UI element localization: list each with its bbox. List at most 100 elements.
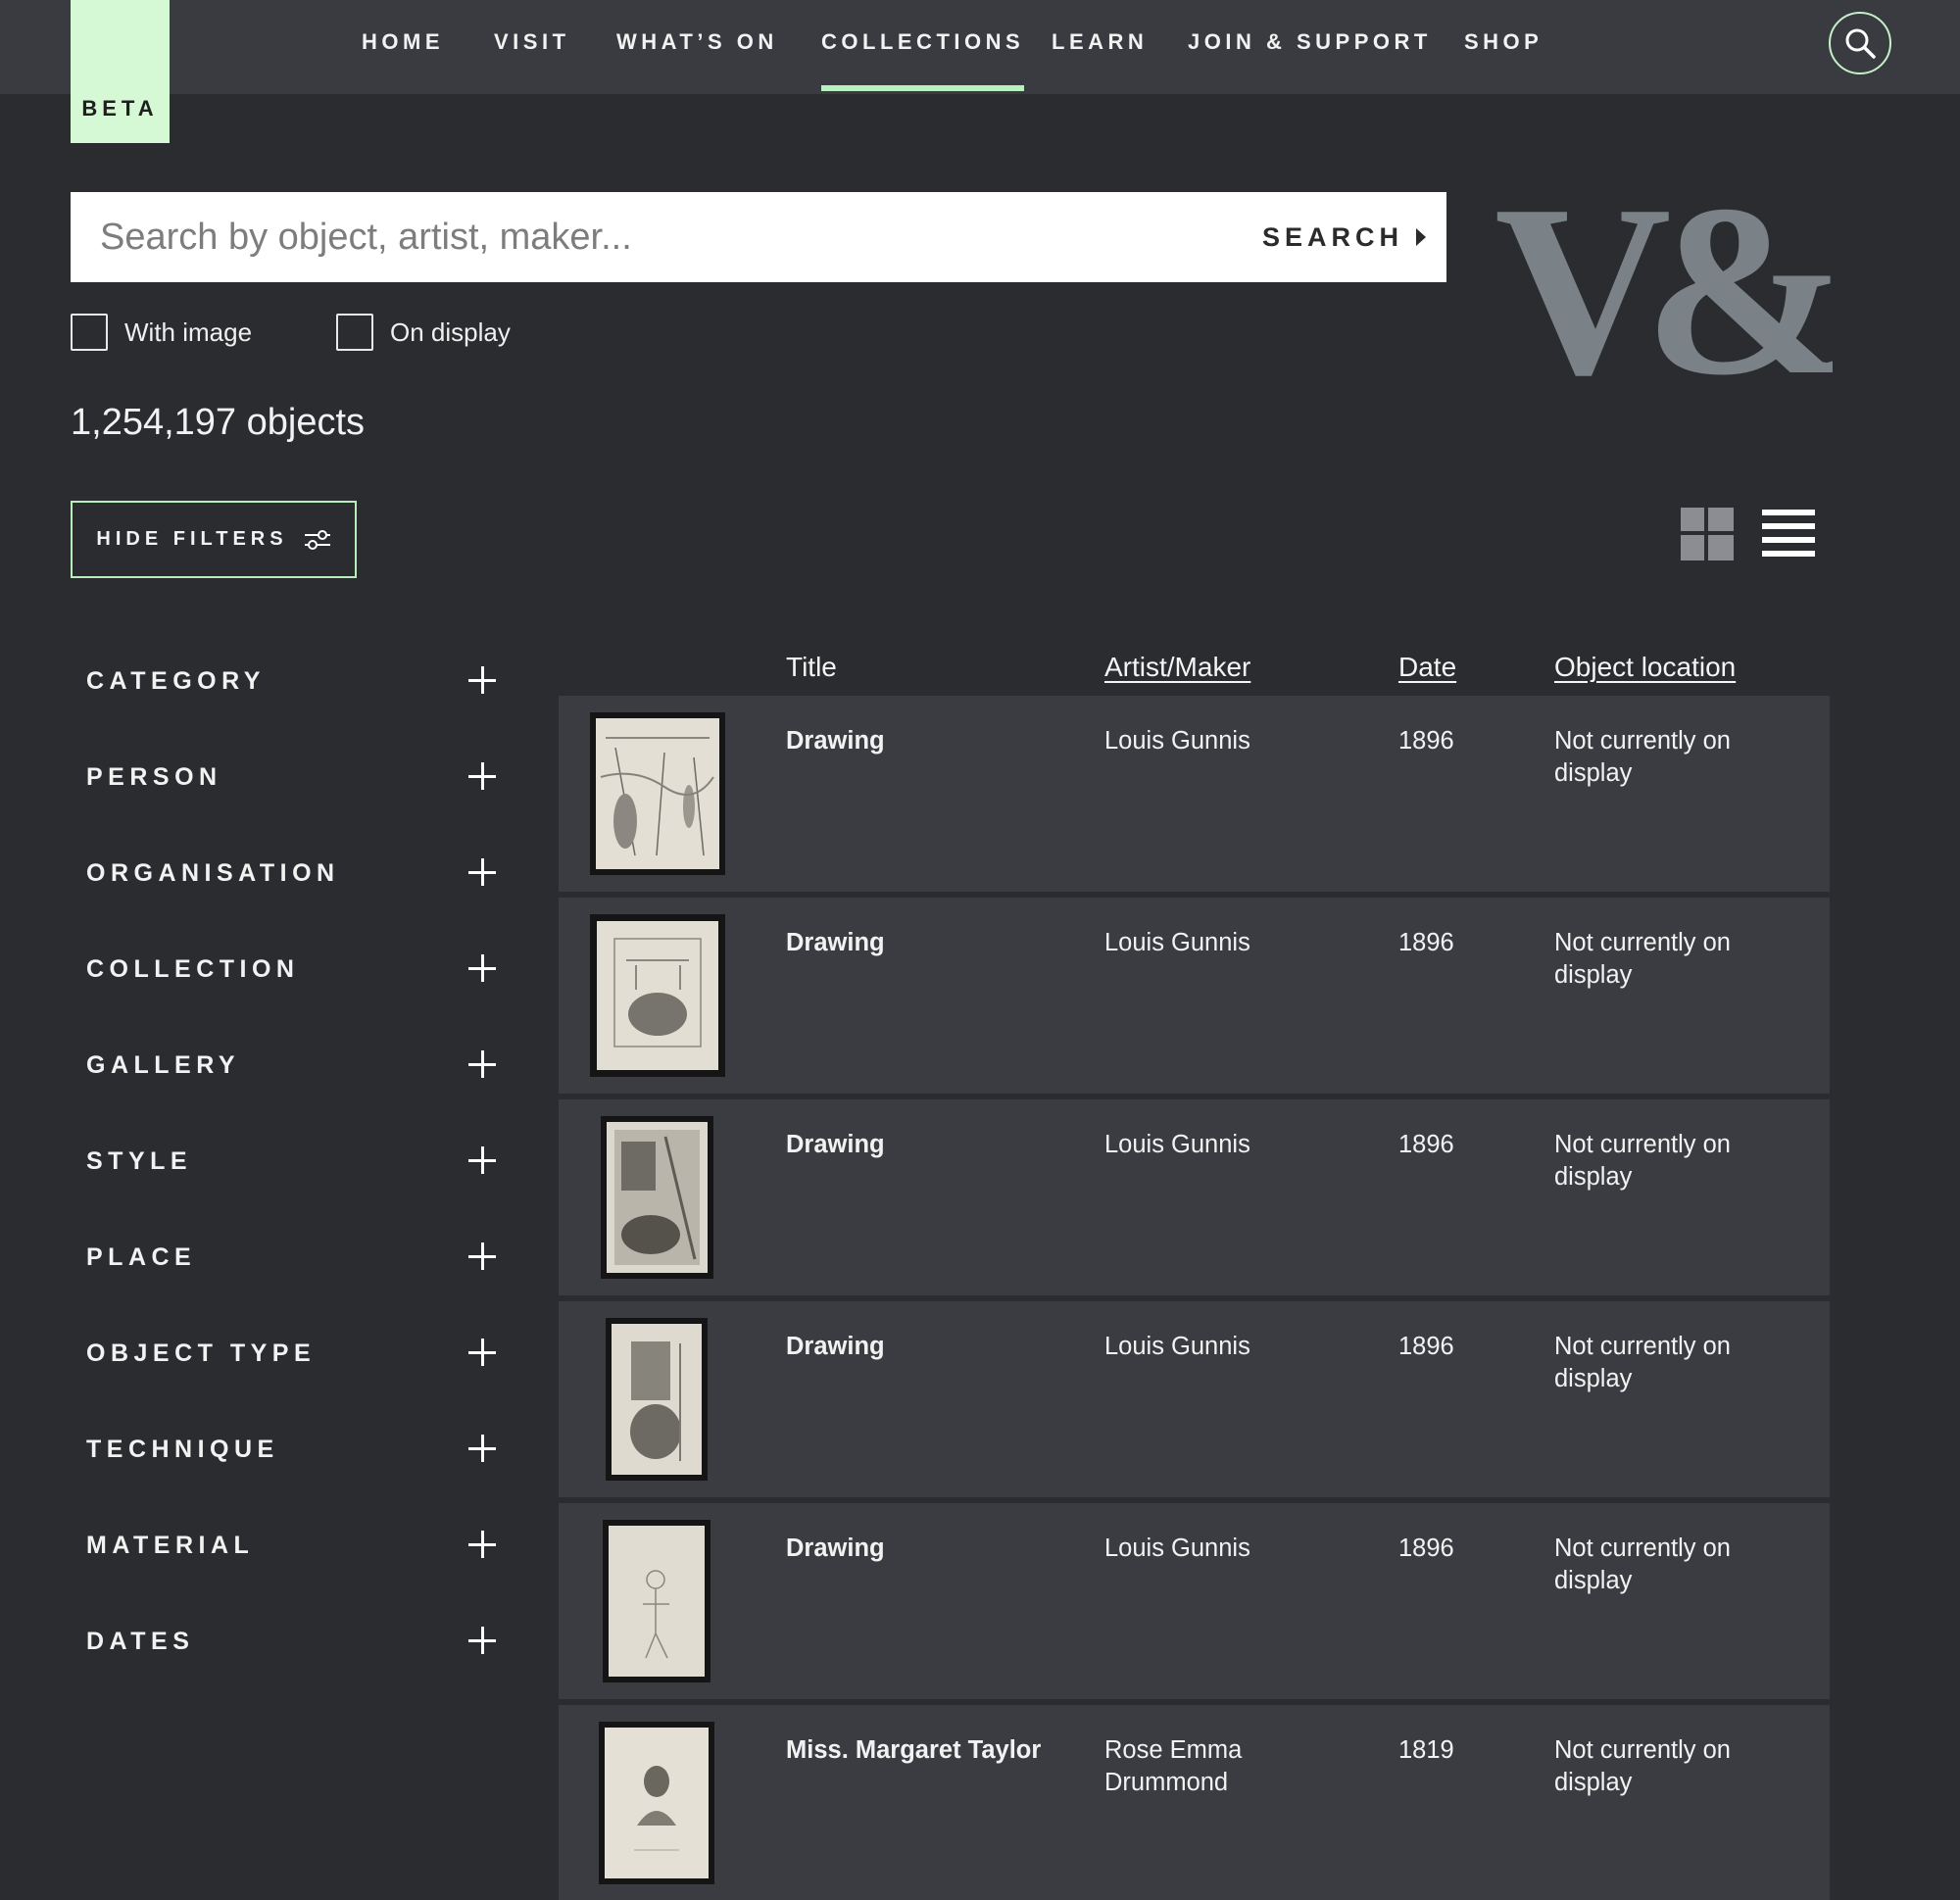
result-count: 1,254,197 objects <box>71 402 366 443</box>
filter-technique[interactable]: TECHNIQUE <box>86 1410 498 1488</box>
filter-label: CATEGORY <box>86 666 266 695</box>
object-thumbnail[interactable] <box>590 914 725 1077</box>
with-image-label: With image <box>124 317 253 347</box>
table-row[interactable]: Drawing Louis Gunnis 1896 Not currently … <box>559 696 1830 892</box>
nav-shop[interactable]: SHOP <box>1464 29 1543 94</box>
object-thumbnail[interactable] <box>603 1520 710 1682</box>
row-location: Not currently on display <box>1554 1736 1731 1796</box>
table-row[interactable]: Drawing Louis Gunnis 1896 Not currently … <box>559 1503 1830 1699</box>
filter-label: MATERIAL <box>86 1531 255 1559</box>
sliders-icon <box>304 529 330 550</box>
nav-join-support[interactable]: JOIN & SUPPORT <box>1188 29 1432 94</box>
object-thumbnail[interactable] <box>590 712 725 875</box>
list-view-icon[interactable] <box>1762 508 1815 560</box>
filter-material[interactable]: MATERIAL <box>86 1506 498 1584</box>
row-artist: Louis Gunnis <box>1104 727 1250 755</box>
row-date: 1819 <box>1398 1736 1454 1764</box>
filter-collection[interactable]: COLLECTION <box>86 930 498 1008</box>
row-artist: Louis Gunnis <box>1104 1131 1250 1158</box>
header-search-button[interactable] <box>1829 12 1891 74</box>
row-date: 1896 <box>1398 1333 1454 1360</box>
grid-view-icon[interactable] <box>1681 508 1734 560</box>
plus-icon <box>468 1146 498 1176</box>
table-row[interactable]: Drawing Louis Gunnis 1896 Not currently … <box>559 898 1830 1094</box>
row-title[interactable]: Drawing <box>786 1331 1080 1363</box>
va-logo: V&A <box>1494 167 1833 402</box>
search-button-label: SEARCH <box>1261 221 1403 252</box>
nav-learn[interactable]: LEARN <box>1052 29 1148 94</box>
plus-icon <box>468 1339 498 1368</box>
table-row[interactable]: Drawing Louis Gunnis 1896 Not currently … <box>559 1099 1830 1295</box>
row-title[interactable]: Drawing <box>786 927 1080 959</box>
search-bar: SEARCH <box>71 192 1446 282</box>
object-thumbnail[interactable] <box>601 1116 713 1279</box>
hide-filters-button[interactable]: HIDE FILTERS <box>71 501 357 578</box>
filter-gallery[interactable]: GALLERY <box>86 1026 498 1104</box>
row-location: Not currently on display <box>1554 1535 1731 1594</box>
plus-icon <box>468 1627 498 1656</box>
on-display-checkbox[interactable]: On display <box>336 314 511 351</box>
drawing-thumbnail-image <box>609 1526 705 1677</box>
column-header-title: Title <box>786 652 837 682</box>
plus-icon <box>468 858 498 888</box>
filter-organisation[interactable]: ORGANISATION <box>86 834 498 912</box>
column-header-date[interactable]: Date <box>1398 652 1456 683</box>
portrait-thumbnail-image <box>605 1728 709 1878</box>
row-location: Not currently on display <box>1554 1131 1731 1191</box>
row-date: 1896 <box>1398 929 1454 956</box>
hide-filters-label: HIDE FILTERS <box>96 528 288 550</box>
row-title[interactable]: Drawing <box>786 1533 1080 1565</box>
on-display-label: On display <box>390 317 511 347</box>
row-date: 1896 <box>1398 1535 1454 1562</box>
row-date: 1896 <box>1398 1131 1454 1158</box>
search-input[interactable] <box>71 192 1227 282</box>
filter-place[interactable]: PLACE <box>86 1218 498 1296</box>
plus-icon <box>468 762 498 792</box>
column-header-location[interactable]: Object location <box>1554 652 1736 683</box>
row-title[interactable]: Drawing <box>786 1129 1080 1161</box>
table-row[interactable]: Miss. Margaret Taylor Rose Emma Drummond… <box>559 1705 1830 1900</box>
row-artist: Louis Gunnis <box>1104 1535 1250 1562</box>
filter-person[interactable]: PERSON <box>86 738 498 816</box>
filter-label: COLLECTION <box>86 954 300 983</box>
filter-dates[interactable]: DATES <box>86 1602 498 1681</box>
nav-whats-on[interactable]: WHAT’S ON <box>616 29 778 94</box>
row-artist: Louis Gunnis <box>1104 929 1250 956</box>
row-title[interactable]: Miss. Margaret Taylor <box>786 1734 1080 1767</box>
filter-label: OBJECT TYPE <box>86 1339 317 1367</box>
plus-icon <box>468 1531 498 1560</box>
checkbox-box[interactable] <box>71 314 108 351</box>
filter-style[interactable]: STYLE <box>86 1122 498 1200</box>
search-button[interactable]: SEARCH <box>1262 192 1427 282</box>
nav-home[interactable]: HOME <box>362 29 444 94</box>
filter-label: GALLERY <box>86 1050 241 1079</box>
row-location: Not currently on display <box>1554 929 1731 989</box>
object-thumbnail[interactable] <box>606 1318 708 1481</box>
object-thumbnail[interactable] <box>599 1722 714 1884</box>
row-title[interactable]: Drawing <box>786 725 1080 757</box>
plus-icon <box>468 1050 498 1080</box>
plus-icon <box>468 1435 498 1464</box>
filter-label: TECHNIQUE <box>86 1435 279 1463</box>
checkbox-box[interactable] <box>336 314 373 351</box>
drawing-thumbnail-image <box>607 1122 708 1273</box>
row-date: 1896 <box>1398 727 1454 755</box>
filter-label: PERSON <box>86 762 222 791</box>
table-row[interactable]: Drawing Louis Gunnis 1896 Not currently … <box>559 1301 1830 1497</box>
filter-category[interactable]: CATEGORY <box>86 642 498 720</box>
row-artist: Louis Gunnis <box>1104 1333 1250 1360</box>
nav-collections[interactable]: COLLECTIONS <box>821 29 1025 94</box>
plus-icon <box>468 666 498 696</box>
filter-label: STYLE <box>86 1146 193 1175</box>
caret-right-icon <box>1416 228 1426 246</box>
main-nav: HOME VISIT WHAT’S ON COLLECTIONS LEARN J… <box>0 0 1960 94</box>
drawing-thumbnail-image <box>596 718 719 869</box>
column-header-artist[interactable]: Artist/Maker <box>1104 652 1250 683</box>
drawing-thumbnail-image <box>597 921 718 1070</box>
search-icon <box>1845 28 1876 59</box>
filter-label: DATES <box>86 1627 195 1655</box>
nav-visit[interactable]: VISIT <box>494 29 570 94</box>
with-image-checkbox[interactable]: With image <box>71 314 252 351</box>
filter-object-type[interactable]: OBJECT TYPE <box>86 1314 498 1392</box>
row-artist: Rose Emma Drummond <box>1104 1736 1243 1796</box>
